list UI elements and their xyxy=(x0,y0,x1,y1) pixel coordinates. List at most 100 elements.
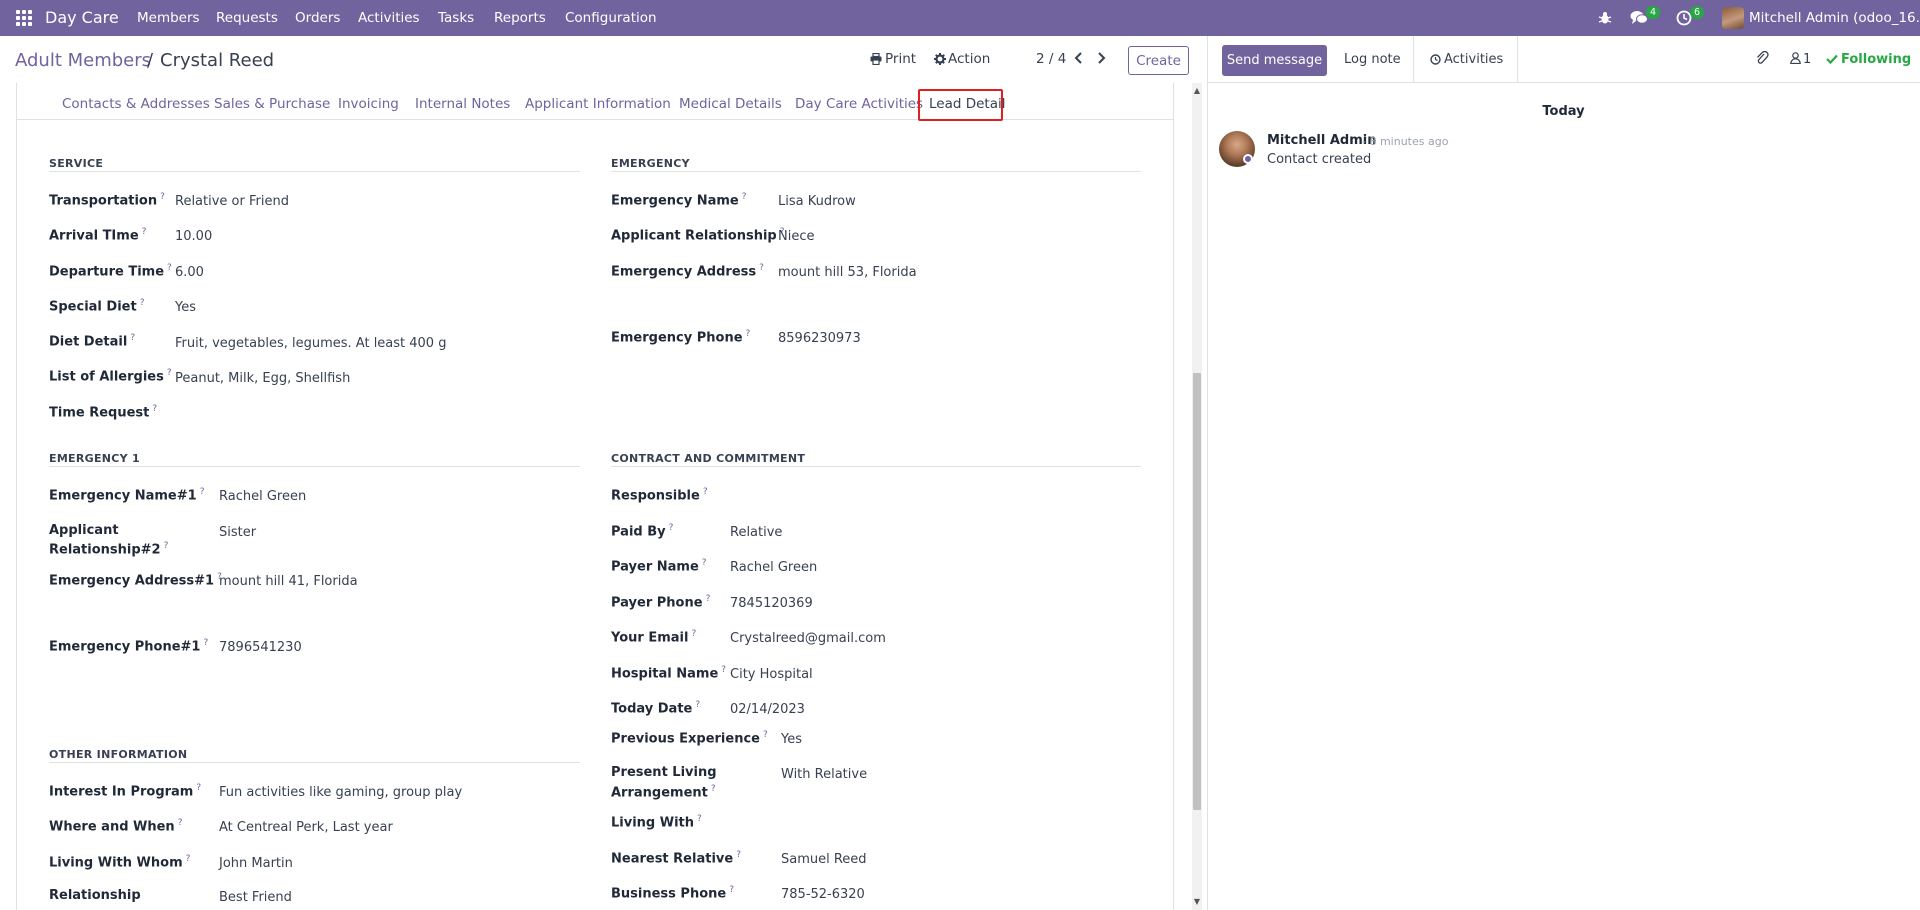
value-payer-name[interactable]: Rachel Green xyxy=(730,560,817,575)
app-name[interactable]: Day Care xyxy=(45,8,119,27)
user-avatar[interactable] xyxy=(1722,7,1744,29)
following-button[interactable]: Following xyxy=(1841,52,1911,67)
message-author[interactable]: Mitchell Admin xyxy=(1267,133,1376,148)
bug-icon[interactable] xyxy=(1598,11,1612,25)
messages-badge: 4 xyxy=(1646,6,1661,19)
label-previous-experience: Previous Experience? xyxy=(611,730,768,747)
value-emergency-phone-1[interactable]: 7896541230 xyxy=(219,640,302,655)
label-your-email: Your Email? xyxy=(611,629,697,646)
value-arrival-time[interactable]: 10.00 xyxy=(175,229,212,244)
value-paid-by[interactable]: Relative xyxy=(730,525,782,540)
label-emergency-address: Emergency Address? xyxy=(611,263,764,280)
tab-applicant-information[interactable]: Applicant Information xyxy=(525,96,671,112)
user-menu[interactable]: Mitchell Admin (odoo_16.2) xyxy=(1749,10,1920,26)
value-list-of-allergies[interactable]: Peanut, Milk, Egg, Shellfish xyxy=(175,371,350,386)
menu-orders[interactable]: Orders xyxy=(295,10,340,26)
menu-configuration[interactable]: Configuration xyxy=(565,10,657,26)
chatter-tab-divider-2 xyxy=(1517,36,1518,82)
print-button[interactable]: Print xyxy=(885,51,916,67)
value-emergency-address[interactable]: mount hill 53, Florida xyxy=(778,265,917,280)
value-departure-time[interactable]: 6.00 xyxy=(175,265,204,280)
value-hospital-name[interactable]: City Hospital xyxy=(730,667,813,682)
label-hospital-name: Hospital Name? xyxy=(611,665,727,682)
value-your-email[interactable]: Crystalreed@gmail.com xyxy=(730,631,886,646)
label-where-and-when: Where and When? xyxy=(49,818,183,835)
tab-internal-notes[interactable]: Internal Notes xyxy=(415,96,510,112)
label-departure-time: Departure Time? xyxy=(49,263,172,280)
menu-requests[interactable]: Requests xyxy=(216,10,278,26)
chatter-tab-divider xyxy=(1413,36,1414,82)
section-service-divider xyxy=(49,171,580,172)
menu-activities[interactable]: Activities xyxy=(358,10,420,26)
label-present-living-line1: Present Living xyxy=(611,765,717,780)
section-emergency-divider xyxy=(611,171,1141,172)
value-emergency-name-1[interactable]: Rachel Green xyxy=(219,489,306,504)
activities-button[interactable]: Activities xyxy=(1444,52,1503,67)
followers-count[interactable]: 1 xyxy=(1803,52,1811,67)
value-payer-phone[interactable]: 7845120369 xyxy=(730,596,813,611)
apps-menu-icon[interactable] xyxy=(16,10,32,26)
activities-clock-icon xyxy=(1430,54,1441,65)
value-transportation[interactable]: Relative or Friend xyxy=(175,194,289,209)
value-living-with-whom[interactable]: John Martin xyxy=(219,856,293,871)
label-responsible: Responsible? xyxy=(611,487,708,504)
label-applicant-relationship-2-line1: Applicant xyxy=(49,523,119,538)
scroll-down-arrow-icon[interactable]: ▼ xyxy=(1192,897,1202,906)
create-button[interactable]: Create xyxy=(1128,46,1189,75)
label-emergency-phone: Emergency Phone? xyxy=(611,329,751,346)
tab-contacts-addresses[interactable]: Contacts & Addresses xyxy=(62,96,210,112)
tab-day-care-activities[interactable]: Day Care Activities xyxy=(795,96,923,112)
print-icon[interactable] xyxy=(870,53,882,65)
chatter-panel xyxy=(1207,36,1920,910)
log-note-button[interactable]: Log note xyxy=(1344,52,1401,67)
tab-medical-details[interactable]: Medical Details xyxy=(679,96,782,112)
value-emergency-address-1[interactable]: mount hill 41, Florida xyxy=(219,574,358,589)
value-applicant-relationship[interactable]: Niece xyxy=(778,229,814,244)
tab-invoicing[interactable]: Invoicing xyxy=(338,96,399,112)
online-status-indicator xyxy=(1243,154,1253,164)
message-time: - 8 minutes ago xyxy=(1362,135,1449,148)
value-emergency-name[interactable]: Lisa Kudrow xyxy=(778,194,856,209)
value-applicant-relationship-2[interactable]: Sister xyxy=(219,525,256,540)
scroll-up-arrow-icon[interactable]: ▲ xyxy=(1192,86,1202,95)
value-interest-in-program[interactable]: Fun activities like gaming, group play xyxy=(219,785,462,800)
label-applicant-relationship: Applicant Relationship? xyxy=(611,227,785,244)
menu-reports[interactable]: Reports xyxy=(494,10,546,26)
pager-next-icon[interactable] xyxy=(1096,52,1106,64)
activities-badge: 6 xyxy=(1690,6,1705,19)
label-time-request: Time Request? xyxy=(49,404,158,421)
value-diet-detail[interactable]: Fruit, vegetables, legumes. At least 400… xyxy=(175,336,446,351)
pager-value[interactable]: 2 / 4 xyxy=(1036,51,1066,67)
form-scrollbar-thumb[interactable] xyxy=(1193,373,1201,810)
label-diet-detail: Diet Detail? xyxy=(49,333,136,350)
value-nearest-relative[interactable]: Samuel Reed xyxy=(781,852,867,867)
section-service-title: SERVICE xyxy=(49,157,104,170)
value-relationship[interactable]: Best Friend xyxy=(219,890,292,905)
value-where-and-when[interactable]: At Centreal Perk, Last year xyxy=(219,820,393,835)
check-icon xyxy=(1826,54,1838,64)
breadcrumb-parent[interactable]: Adult Members xyxy=(15,50,151,71)
label-list-of-allergies: List of Allergies? xyxy=(49,368,172,385)
value-business-phone[interactable]: 785-52-6320 xyxy=(781,887,865,902)
menu-tasks[interactable]: Tasks xyxy=(438,10,474,26)
value-present-living-arrangement[interactable]: With Relative xyxy=(781,767,867,782)
send-message-button[interactable]: Send message xyxy=(1222,45,1327,76)
breadcrumb-separator: / xyxy=(147,50,154,71)
value-today-date[interactable]: 02/14/2023 xyxy=(730,702,805,717)
followers-user-icon[interactable] xyxy=(1790,52,1801,64)
value-previous-experience[interactable]: Yes xyxy=(781,732,802,747)
value-special-diet[interactable]: Yes xyxy=(175,300,196,315)
label-emergency-address-1: Emergency Address#1? xyxy=(49,572,222,589)
label-emergency-phone-1: Emergency Phone#1? xyxy=(49,638,209,655)
gear-icon[interactable] xyxy=(934,53,946,65)
tab-sales-purchase[interactable]: Sales & Purchase xyxy=(214,96,330,112)
paperclip-icon[interactable] xyxy=(1755,51,1769,65)
label-present-living-line2: Arrangement? xyxy=(611,784,716,801)
label-living-with: Living With? xyxy=(611,814,702,831)
menu-members[interactable]: Members xyxy=(137,10,200,26)
label-living-with-whom: Living With Whom? xyxy=(49,854,191,871)
label-today-date: Today Date? xyxy=(611,700,701,717)
value-emergency-phone[interactable]: 8596230973 xyxy=(778,331,861,346)
pager-previous-icon[interactable] xyxy=(1074,52,1084,64)
action-button[interactable]: Action xyxy=(948,51,990,67)
